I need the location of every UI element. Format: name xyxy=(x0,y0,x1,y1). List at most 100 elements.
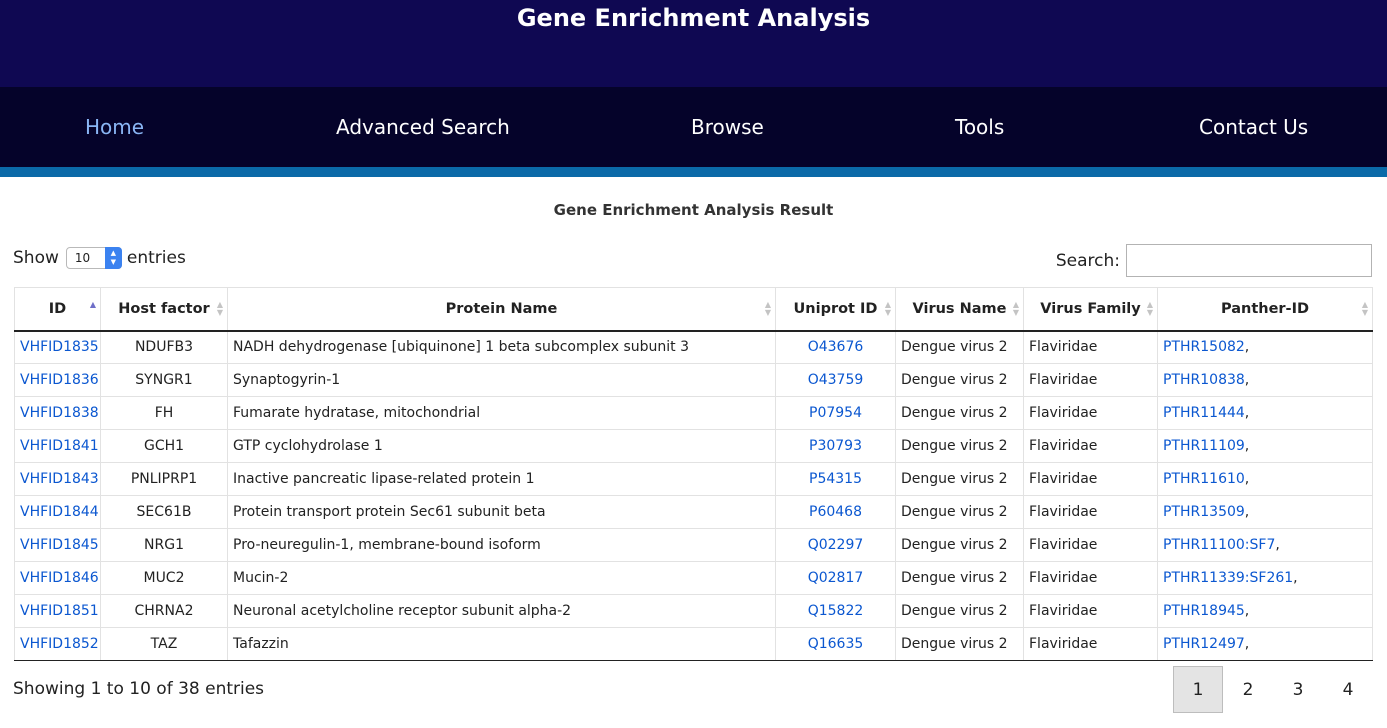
protein-name-cell: Protein transport protein Sec61 subunit … xyxy=(227,495,776,529)
virus-family-cell: Flaviridae xyxy=(1023,528,1158,562)
panther-link[interactable]: PTHR10838 xyxy=(1163,372,1245,388)
host-factor-cell: NDUFB3 xyxy=(100,330,228,364)
virus-family-cell: Flaviridae xyxy=(1023,330,1158,364)
nav-contact-us[interactable]: Contact Us xyxy=(1199,87,1308,167)
virus-name-cell: Dengue virus 2 xyxy=(895,363,1024,397)
panther-link[interactable]: PTHR11339:SF261 xyxy=(1163,570,1293,586)
protein-name-cell: Fumarate hydratase, mitochondrial xyxy=(227,396,776,430)
nav-home[interactable]: Home xyxy=(85,87,144,167)
col-header-panther-id[interactable]: Panther-ID ▲ ▼ xyxy=(1157,287,1373,332)
host-factor-cell: FH xyxy=(100,396,228,430)
page-button-1[interactable]: 1 xyxy=(1173,666,1223,713)
table-row: VHFID1836 SYNGR1 Synaptogyrin-1 O43759 Dengu… xyxy=(14,363,1373,397)
col-header-uniprot-id[interactable]: Uniprot ID ▲ ▼ xyxy=(775,287,896,332)
virus-family-cell: Flaviridae xyxy=(1023,561,1158,595)
protein-name-cell: Synaptogyrin-1 xyxy=(227,363,776,397)
col-header-protein-name[interactable]: Protein Name ▲ ▼ xyxy=(227,287,776,332)
page-button-4[interactable]: 4 xyxy=(1323,666,1373,713)
virus-name-cell: Dengue virus 2 xyxy=(895,528,1024,562)
row-id-link[interactable]: VHFID1838 xyxy=(20,405,99,421)
protein-name-cell: Tafazzin xyxy=(227,627,776,661)
col-header-id[interactable]: ID ▲ xyxy=(14,287,101,332)
table-row: VHFID1838 FH Fumarate hydratase, mitochond… xyxy=(14,396,1373,430)
page-button-2[interactable]: 2 xyxy=(1223,666,1273,713)
uniprot-link[interactable]: O43676 xyxy=(808,339,864,355)
table-row: VHFID1852 TAZ Tafazzin Q16635 Dengue virus 2… xyxy=(14,627,1373,661)
row-id-link[interactable]: VHFID1836 xyxy=(20,372,99,388)
nav-tools[interactable]: Tools xyxy=(955,87,1004,167)
virus-name-cell: Dengue virus 2 xyxy=(895,396,1024,430)
uniprot-link[interactable]: Q02817 xyxy=(808,570,864,586)
virus-name-cell: Dengue virus 2 xyxy=(895,627,1024,661)
protein-name-cell: Pro-neuregulin-1, membrane-bound isoform xyxy=(227,528,776,562)
sort-arrows-icon: ▲ ▼ xyxy=(764,300,771,317)
site-header: Gene Enrichment Analysis xyxy=(0,0,1387,87)
panther-link[interactable]: PTHR13509 xyxy=(1163,504,1245,520)
row-id-link[interactable]: VHFID1844 xyxy=(20,504,99,520)
table-info: Showing 1 to 10 of 38 entries xyxy=(13,679,265,699)
main-nav: Home Advanced Search Browse Tools Contac… xyxy=(0,87,1387,167)
row-id-link[interactable]: VHFID1851 xyxy=(20,603,99,619)
col-header-virus-name[interactable]: Virus Name ▲ ▼ xyxy=(895,287,1024,332)
search-control: Search: xyxy=(1056,244,1372,277)
virus-family-cell: Flaviridae xyxy=(1023,396,1158,430)
uniprot-link[interactable]: P07954 xyxy=(809,405,862,421)
table-header-row: ID ▲ Host factor ▲ ▼ Protein Name ▲ ▼ Uniprot… xyxy=(14,287,1373,332)
panther-link[interactable]: PTHR12497 xyxy=(1163,636,1245,652)
row-id-link[interactable]: VHFID1835 xyxy=(20,339,99,355)
sort-arrows-icon: ▲ ▼ xyxy=(216,300,223,317)
uniprot-link[interactable]: P30793 xyxy=(809,438,862,454)
col-header-virus-family[interactable]: Virus Family ▲ ▼ xyxy=(1023,287,1158,332)
row-id-link[interactable]: VHFID1841 xyxy=(20,438,99,454)
row-id-link[interactable]: VHFID1845 xyxy=(20,537,99,553)
entries-per-page-value: 10 xyxy=(74,251,91,265)
col-header-host-factor[interactable]: Host factor ▲ ▼ xyxy=(100,287,228,332)
virus-family-cell: Flaviridae xyxy=(1023,363,1158,397)
table-row: VHFID1844 SEC61B Protein transport protein… xyxy=(14,495,1373,529)
pagination: 1 2 3 4 xyxy=(1173,666,1373,713)
table-row: VHFID1841 GCH1 GTP cyclohydrolase 1 P30793 D… xyxy=(14,429,1373,463)
sort-arrows-icon: ▲ xyxy=(89,300,96,309)
row-id-link[interactable]: VHFID1846 xyxy=(20,570,99,586)
results-table: ID ▲ Host factor ▲ ▼ Protein Name ▲ ▼ Uniprot… xyxy=(14,287,1373,661)
sort-arrows-icon: ▲ ▼ xyxy=(1146,300,1153,317)
page-button-3[interactable]: 3 xyxy=(1273,666,1323,713)
search-input[interactable] xyxy=(1126,244,1372,277)
table-row: VHFID1846 MUC2 Mucin-2 Q02817 Dengue virus 2… xyxy=(14,561,1373,595)
nav-browse[interactable]: Browse xyxy=(691,87,764,167)
panther-link[interactable]: PTHR11109 xyxy=(1163,438,1245,454)
uniprot-link[interactable]: P54315 xyxy=(809,471,862,487)
panther-link[interactable]: PTHR11444 xyxy=(1163,405,1245,421)
panther-link[interactable]: PTHR15082 xyxy=(1163,339,1245,355)
uniprot-link[interactable]: O43759 xyxy=(808,372,864,388)
host-factor-cell: TAZ xyxy=(100,627,228,661)
virus-name-cell: Dengue virus 2 xyxy=(895,495,1024,529)
host-factor-cell: SYNGR1 xyxy=(100,363,228,397)
entries-label: entries xyxy=(126,248,186,268)
host-factor-cell: PNLIPRP1 xyxy=(100,462,228,496)
host-factor-cell: CHRNA2 xyxy=(100,594,228,628)
row-id-link[interactable]: VHFID1852 xyxy=(20,636,99,652)
entries-per-page-select[interactable]: 10 ▲ ▼ xyxy=(65,247,122,269)
virus-name-cell: Dengue virus 2 xyxy=(895,429,1024,463)
panther-link[interactable]: PTHR18945 xyxy=(1163,603,1245,619)
host-factor-cell: GCH1 xyxy=(100,429,228,463)
host-factor-cell: MUC2 xyxy=(100,561,228,595)
sort-arrows-icon: ▲ ▼ xyxy=(884,300,891,317)
host-factor-cell: NRG1 xyxy=(100,528,228,562)
entries-length-control: Show 10 ▲ ▼ entries xyxy=(13,247,186,269)
protein-name-cell: Inactive pancreatic lipase-related prote… xyxy=(227,462,776,496)
virus-name-cell: Dengue virus 2 xyxy=(895,561,1024,595)
uniprot-link[interactable]: Q16635 xyxy=(808,636,864,652)
uniprot-link[interactable]: Q15822 xyxy=(808,603,864,619)
show-label: Show xyxy=(13,248,59,268)
panther-link[interactable]: PTHR11100:SF7 xyxy=(1163,537,1275,553)
panther-link[interactable]: PTHR11610 xyxy=(1163,471,1245,487)
uniprot-link[interactable]: Q02297 xyxy=(808,537,864,553)
host-factor-cell: SEC61B xyxy=(100,495,228,529)
row-id-link[interactable]: VHFID1843 xyxy=(20,471,99,487)
virus-family-cell: Flaviridae xyxy=(1023,495,1158,529)
protein-name-cell: Neuronal acetylcholine receptor subunit … xyxy=(227,594,776,628)
nav-advanced-search[interactable]: Advanced Search xyxy=(336,87,510,167)
uniprot-link[interactable]: P60468 xyxy=(809,504,862,520)
